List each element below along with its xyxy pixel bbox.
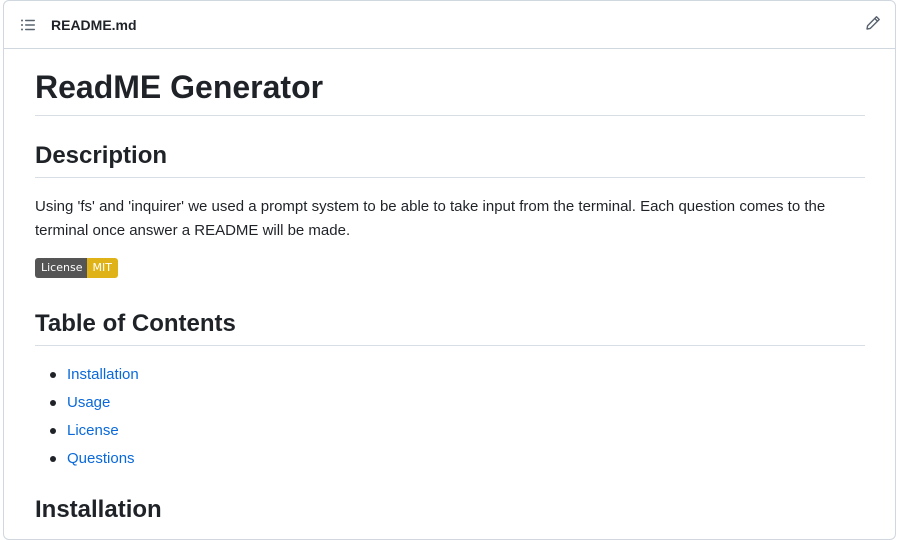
toc-item-license: License: [35, 417, 139, 445]
list-unordered-icon[interactable]: [20, 17, 36, 33]
file-name: README.md: [51, 17, 137, 33]
installation-heading: Installation: [35, 496, 162, 523]
toc-item-installation: Installation: [35, 361, 139, 389]
toc-heading: Table of Contents: [35, 310, 236, 337]
readme-panel: README.md ReadME Generator Description U…: [3, 0, 896, 540]
title-divider: [35, 115, 865, 116]
toc-link-questions[interactable]: Questions: [67, 450, 135, 467]
toc-item-usage: Usage: [35, 389, 139, 417]
description-divider: [35, 177, 865, 178]
license-badge[interactable]: License MIT: [35, 258, 118, 278]
toc-item-questions: Questions: [35, 445, 139, 473]
toc-divider: [35, 345, 865, 346]
bullet: [50, 372, 56, 378]
bullet: [50, 400, 56, 406]
description-heading: Description: [35, 142, 168, 169]
toc-link-license[interactable]: License: [67, 422, 119, 439]
badge-label: License: [35, 258, 88, 278]
description-text: Using 'fs' and 'inquirer' we used a prom…: [35, 198, 826, 239]
bullet: [50, 456, 56, 462]
toc-link-usage[interactable]: Usage: [67, 394, 110, 411]
readme-title: ReadME Generator: [35, 69, 324, 105]
toc-link-installation[interactable]: Installation: [67, 366, 139, 383]
toc-list: Installation Usage License Questions: [35, 361, 139, 473]
badge-value: MIT: [87, 258, 118, 278]
bullet: [50, 428, 56, 434]
file-header: README.md: [4, 1, 895, 49]
pencil-icon[interactable]: [865, 15, 881, 31]
